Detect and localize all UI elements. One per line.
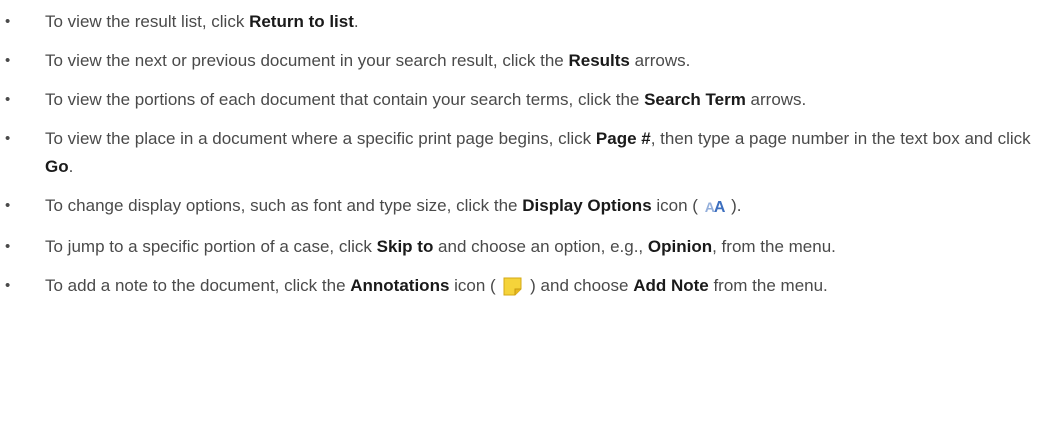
text-run: . [353,12,359,31]
text-run: To view the portions of each document th… [45,90,645,109]
list-item: • To jump to a specific portion of a case… [0,233,1055,261]
ui-term: Add Note [633,276,709,295]
ui-term: Opinion [647,237,713,256]
text-run: ). [726,196,742,215]
text-run: To view the next or previous document in… [45,51,569,70]
ui-term: Annotations [350,276,450,295]
list-item: • To view the result list, click Return t… [0,8,1055,36]
text-run: . [68,157,74,176]
annotations-icon [503,277,522,296]
text-run: icon ( [651,196,703,215]
ui-term: Skip to [376,237,434,256]
ui-term: Go [45,157,69,176]
text-run: , from the menu. [712,237,836,256]
text-run: from the menu. [708,276,828,295]
help-list: • To view the result list, click Return t… [0,8,1059,300]
text-run: and choose an option, e.g., [433,237,648,256]
text-run: , then type a page number in the text bo… [650,129,1031,148]
ui-term: Display Options [522,196,652,215]
text-run: To change display options, such as font … [45,196,523,215]
text-run: icon ( [449,276,501,295]
text-run: To view the place in a document where a … [45,129,596,148]
bullet: • [5,238,11,255]
text-run: arrows. [745,90,807,109]
display-options-icon: AA [704,199,726,216]
list-item: • To add a note to the document, click th… [0,272,1055,300]
ui-term: Search Term [644,90,746,109]
text-run: arrows. [629,51,691,70]
ui-term: Results [568,51,630,70]
bullet: • [5,91,11,108]
bullet: • [5,130,11,147]
text-run: To view the result list, click [45,12,250,31]
list-item: • To view the portions of each document t… [0,86,1055,114]
text-run: ) and choose [525,276,634,295]
bullet: • [5,13,11,30]
list-item: • To change display options, such as font… [0,192,1055,222]
ui-term: Return to list [249,12,354,31]
help-document: • To view the result list, click Return t… [0,0,1059,432]
ui-term: Page # [595,129,651,148]
bullet: • [5,277,11,294]
bullet: • [5,52,11,69]
text-run: To jump to a specific portion of a case,… [45,237,377,256]
list-item: • To view the place in a document where a… [0,125,1055,181]
text-run: To add a note to the document, click the [45,276,351,295]
bullet: • [5,197,11,214]
list-item: • To view the next or previous document i… [0,47,1055,75]
